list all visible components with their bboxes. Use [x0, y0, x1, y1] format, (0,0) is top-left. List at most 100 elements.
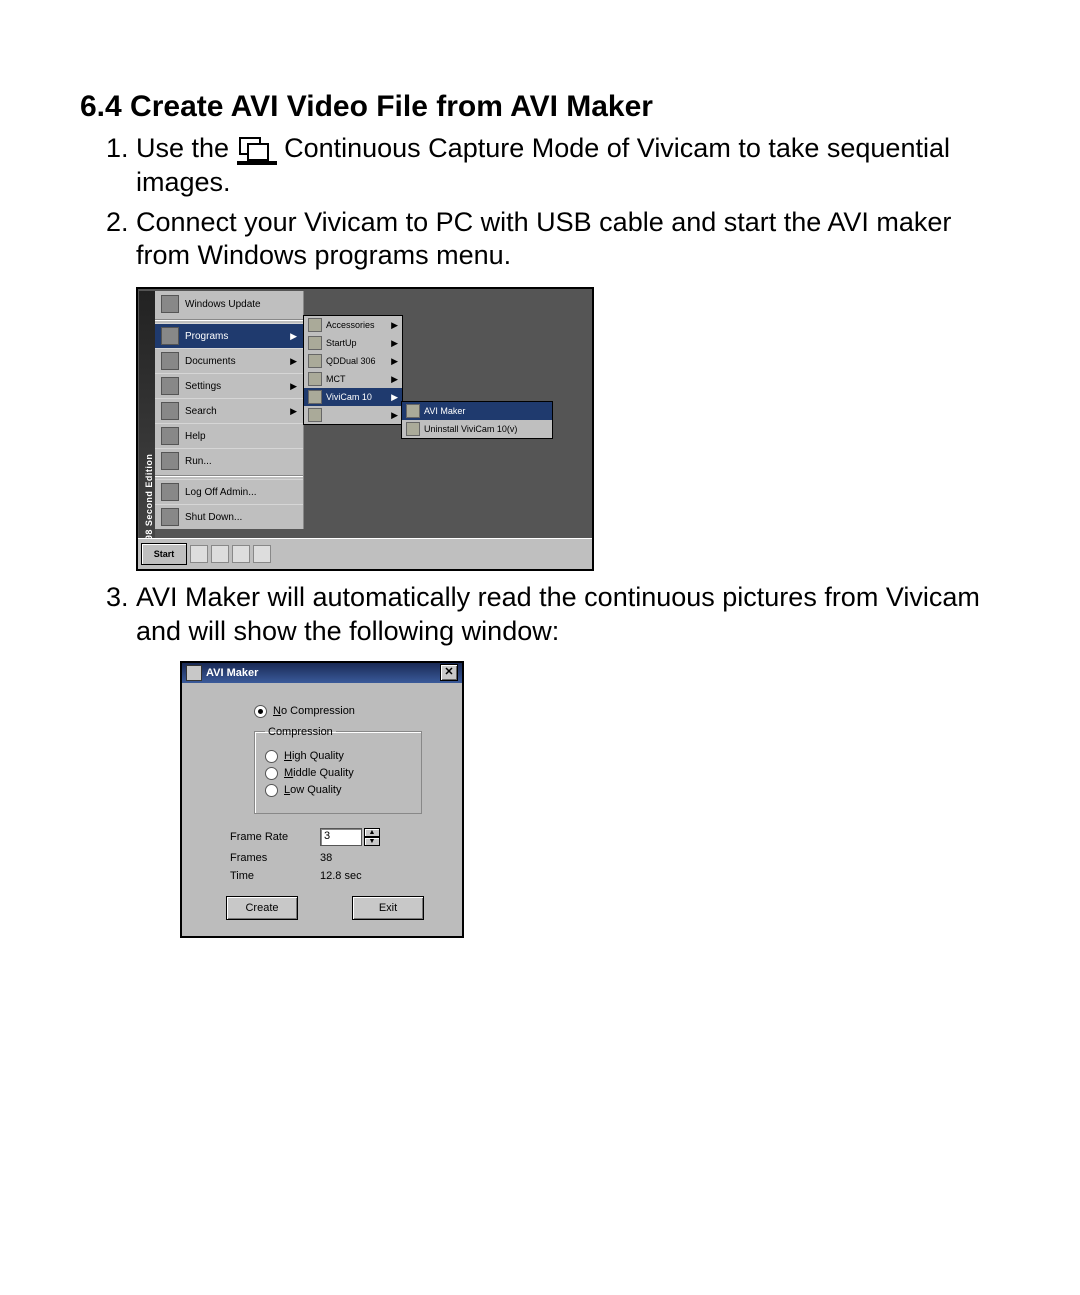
menu-item-documents[interactable]: Documents ▶: [155, 348, 303, 373]
menu-item-settings[interactable]: Settings ▶: [155, 373, 303, 398]
window-title: AVI Maker: [206, 667, 258, 679]
programs-icon: [161, 327, 179, 345]
quicklaunch-icon[interactable]: [253, 545, 271, 563]
create-button[interactable]: Create: [226, 896, 298, 920]
start-button[interactable]: Start: [141, 543, 187, 565]
chevron-right-icon: ▶: [391, 356, 398, 367]
chevron-right-icon: ▶: [290, 356, 297, 367]
submenu-item-blank[interactable]: ▶: [304, 406, 402, 424]
documents-icon: [161, 352, 179, 370]
radio-icon: [265, 767, 278, 780]
menu-item-search[interactable]: Search ▶: [155, 398, 303, 423]
menu-item-run[interactable]: Run...: [155, 448, 303, 473]
submenu-item-startup[interactable]: StartUp ▶: [304, 334, 402, 352]
chevron-right-icon: ▶: [290, 331, 297, 342]
titlebar: AVI Maker ✕: [182, 663, 462, 683]
radio-icon: [265, 750, 278, 763]
submenu-item-vivicam[interactable]: ViviCam 10 ▶: [304, 388, 402, 406]
start-menu-screenshot: Windows 98 Second Edition Windows Update…: [136, 287, 594, 571]
continuous-capture-icon: [237, 135, 277, 163]
shutdown-icon: [161, 508, 179, 526]
folder-icon: [308, 408, 322, 422]
submenu-label: Accessories: [326, 320, 375, 330]
chevron-right-icon: ▶: [391, 374, 398, 385]
group-legend: Compression: [265, 726, 336, 738]
section-heading: 6.4 Create AVI Video File from AVI Maker: [80, 90, 1000, 124]
submenu-item-mct[interactable]: MCT▶: [304, 370, 402, 388]
quicklaunch-icon[interactable]: [232, 545, 250, 563]
frame-rate-row: Frame Rate 3 ▲ ▼: [230, 828, 446, 846]
instruction-list: Use the Continuous Capture Mode of Vivic…: [80, 132, 1000, 273]
folder-icon: [308, 390, 322, 404]
folder-icon: [308, 372, 322, 386]
step-1a-text: Use the: [136, 133, 237, 163]
run-icon: [161, 452, 179, 470]
menu-item-shutdown[interactable]: Shut Down...: [155, 504, 303, 529]
menu-item-help[interactable]: Help: [155, 423, 303, 448]
menu-label: Run...: [185, 456, 297, 467]
frame-rate-spinner[interactable]: 3 ▲ ▼: [320, 828, 380, 846]
spin-up-button[interactable]: ▲: [364, 828, 380, 837]
instruction-list-cont: AVI Maker will automatically read the co…: [80, 581, 1000, 649]
chevron-right-icon: ▶: [391, 320, 398, 331]
spin-down-button[interactable]: ▼: [364, 837, 380, 846]
dialog-body: No Compression Compression High Quality …: [182, 683, 462, 936]
menu-label: Search: [185, 406, 284, 417]
folder-icon: [308, 336, 322, 350]
menu-label: Shut Down...: [185, 512, 297, 523]
submenu-item-accessories[interactable]: Accessories ▶: [304, 316, 402, 334]
step-2: Connect your Vivicam to PC with USB cabl…: [136, 206, 1000, 274]
frame-rate-value[interactable]: 3: [320, 828, 362, 846]
menu-item-programs[interactable]: Programs ▶: [155, 323, 303, 348]
step-1: Use the Continuous Capture Mode of Vivic…: [136, 132, 1000, 200]
exit-button[interactable]: Exit: [352, 896, 424, 920]
radio-low-quality[interactable]: Low Quality: [265, 784, 411, 797]
folder-icon: [308, 318, 322, 332]
frames-value: 38: [320, 852, 332, 864]
vertical-strip: Windows 98 Second Edition: [139, 291, 155, 541]
quicklaunch-icon[interactable]: [190, 545, 208, 563]
frames-label: Frames: [230, 852, 310, 864]
time-label: Time: [230, 870, 310, 882]
radio-middle-quality[interactable]: Middle Quality: [265, 767, 411, 780]
submenu-label: StartUp: [326, 338, 357, 348]
radio-no-compression[interactable]: No Compression: [254, 705, 446, 718]
submenu-label: ViviCam 10: [326, 392, 372, 402]
radio-icon: [265, 784, 278, 797]
radio-high-quality[interactable]: High Quality: [265, 750, 411, 763]
radio-label: Middle Quality: [284, 767, 354, 779]
step-3: AVI Maker will automatically read the co…: [136, 581, 1000, 649]
programs-submenu: Accessories ▶ StartUp ▶ QDDual 306▶ MCT▶ V…: [303, 315, 403, 425]
dialog-buttons: Create Exit: [204, 888, 446, 922]
frame-rate-label: Frame Rate: [230, 831, 310, 843]
submenu-label: AVI Maker: [424, 406, 465, 416]
menu-item-windows-update[interactable]: Windows Update: [155, 291, 303, 317]
menu-label: Help: [185, 431, 297, 442]
menu-label: Log Off Admin...: [185, 487, 297, 498]
close-button[interactable]: ✕: [440, 664, 458, 681]
submenu-item-avimaker[interactable]: AVI Maker: [402, 402, 552, 420]
compression-group: Compression High Quality Middle Quality …: [254, 726, 422, 814]
submenu-item-uninstall[interactable]: Uninstall ViviCam 10(v): [402, 420, 552, 438]
menu-label: Programs: [185, 331, 284, 342]
chevron-right-icon: ▶: [391, 338, 398, 349]
settings-icon: [161, 377, 179, 395]
radio-icon: [254, 705, 267, 718]
quicklaunch-icon[interactable]: [211, 545, 229, 563]
search-icon: [161, 402, 179, 420]
menu-divider: [155, 475, 303, 477]
menu-item-logoff[interactable]: Log Off Admin...: [155, 479, 303, 504]
help-icon: [161, 427, 179, 445]
menu-label: Windows Update: [185, 299, 297, 310]
app-icon: [406, 404, 420, 418]
submenu-item-qddual[interactable]: QDDual 306▶: [304, 352, 402, 370]
chevron-right-icon: ▶: [391, 410, 398, 421]
avi-maker-dialog: AVI Maker ✕ No Compression Compression H…: [180, 661, 464, 938]
menu-label: Documents: [185, 356, 284, 367]
radio-label: No Compression: [273, 705, 355, 717]
app-icon: [186, 665, 202, 681]
folder-icon: [308, 354, 322, 368]
chevron-right-icon: ▶: [391, 392, 398, 403]
frames-row: Frames 38: [230, 852, 446, 864]
vivicam-submenu: AVI Maker Uninstall ViviCam 10(v): [401, 401, 553, 439]
